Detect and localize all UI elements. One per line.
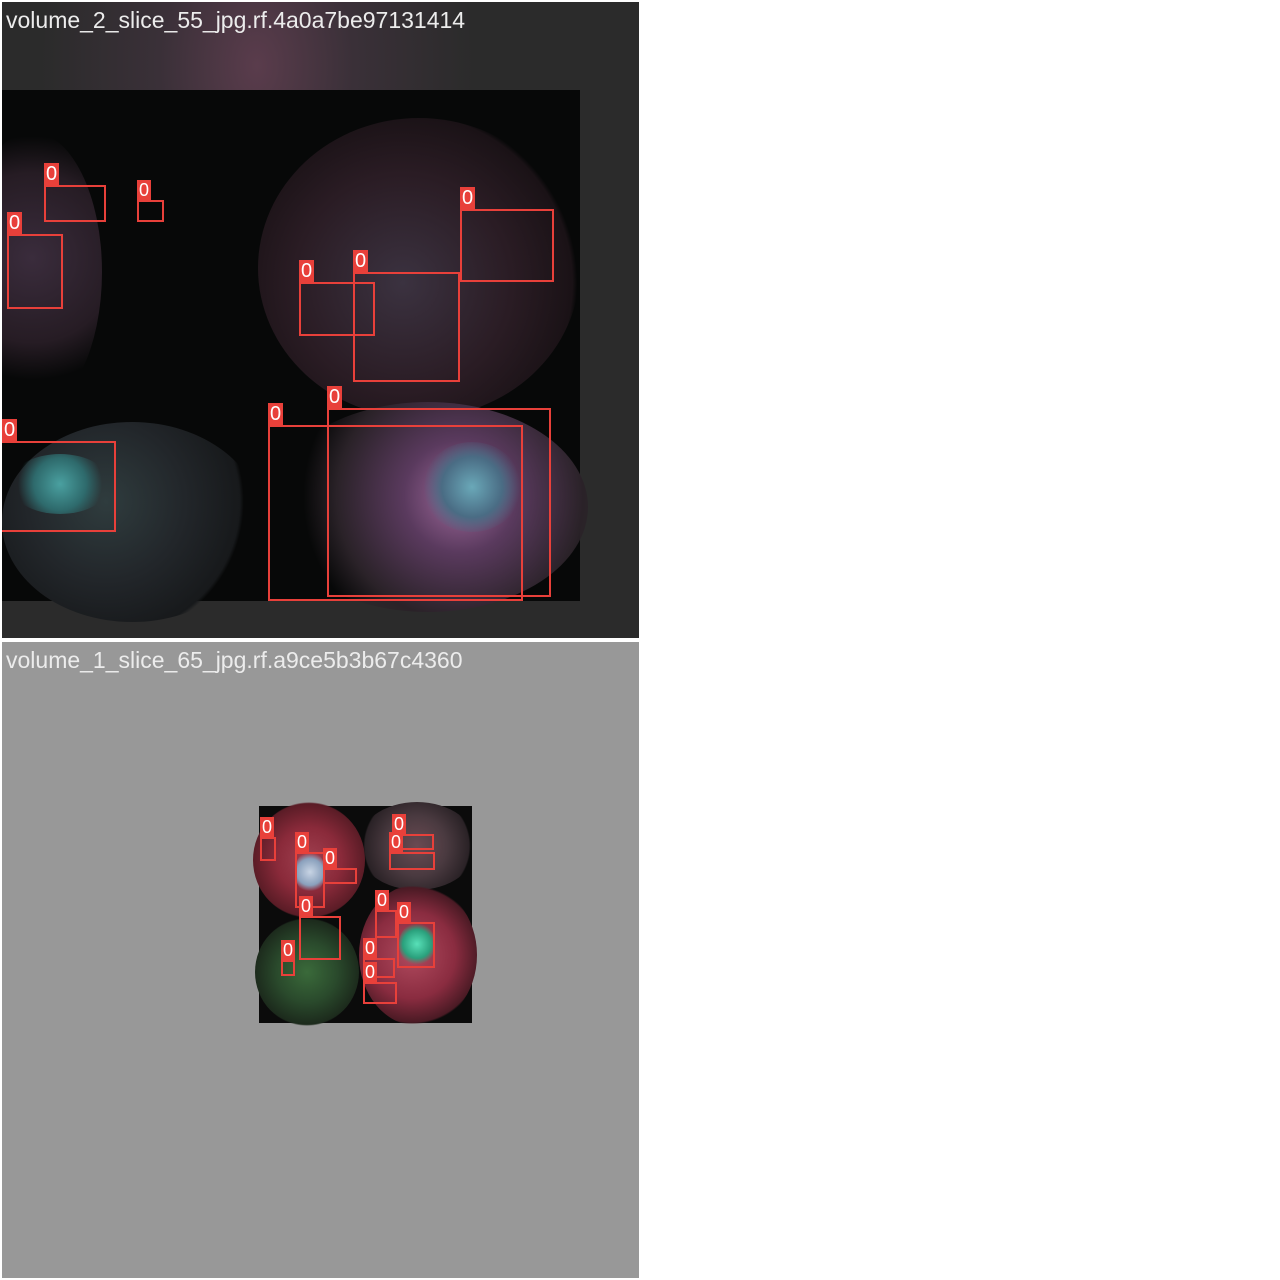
- scan-image: 0 0 0 0 0 0 0 0 0 0 0: [253, 802, 477, 1026]
- bounding-box: 0: [268, 403, 523, 601]
- box-class-label: 0: [137, 180, 152, 200]
- box-class-label: 0: [460, 187, 476, 209]
- box-class-label: 0: [299, 896, 314, 916]
- box-class-label: 0: [327, 386, 343, 408]
- box-class-label: 0: [389, 832, 404, 852]
- box-class-label: 0: [295, 832, 310, 852]
- box-class-label: 0: [7, 212, 23, 234]
- box-class-label: 0: [260, 817, 275, 837]
- bounding-box: 0: [299, 896, 341, 960]
- bounding-box: 0: [137, 180, 164, 222]
- bounding-box: 0: [323, 848, 357, 884]
- box-class-label: 0: [392, 814, 407, 834]
- mosaic-tile-1: 0 0 0 0 0 0 0 0 0 volume_2_slice_55_jpg.…: [2, 2, 639, 638]
- box-class-label: 0: [323, 848, 338, 868]
- tile-caption: volume_2_slice_55_jpg.rf.4a0a7be97131414: [6, 7, 466, 33]
- bounding-box: 0: [363, 962, 397, 1004]
- tile-caption: volume_1_slice_65_jpg.rf.a9ce5b3b67c4360: [6, 647, 463, 673]
- box-class-label: 0: [353, 250, 369, 272]
- mosaic-tile-2: 0 0 0 0 0 0 0 0 0 0 0 volume_1_slice_65_…: [2, 642, 639, 1278]
- bounding-box: 0: [7, 212, 63, 309]
- box-class-label: 0: [2, 419, 18, 441]
- scan-image: 0 0 0 0 0 0 0 0 0: [2, 2, 639, 638]
- box-class-label: 0: [281, 940, 296, 960]
- bounding-box: 0: [397, 902, 435, 968]
- bounding-box: 0: [460, 187, 554, 282]
- box-class-label: 0: [299, 260, 315, 282]
- box-class-label: 0: [363, 938, 378, 958]
- box-class-label: 0: [363, 962, 378, 982]
- bounding-box: 0: [353, 250, 460, 382]
- bounding-box: 0: [281, 940, 296, 976]
- bounding-box: 0: [260, 817, 276, 861]
- box-class-label: 0: [375, 890, 390, 910]
- bounding-box: 0: [375, 890, 397, 938]
- bounding-box: 0: [2, 419, 116, 532]
- bounding-box: 0: [44, 163, 106, 222]
- box-class-label: 0: [397, 902, 412, 922]
- bounding-box: 0: [389, 832, 435, 870]
- box-class-label: 0: [44, 163, 60, 185]
- box-class-label: 0: [268, 403, 284, 425]
